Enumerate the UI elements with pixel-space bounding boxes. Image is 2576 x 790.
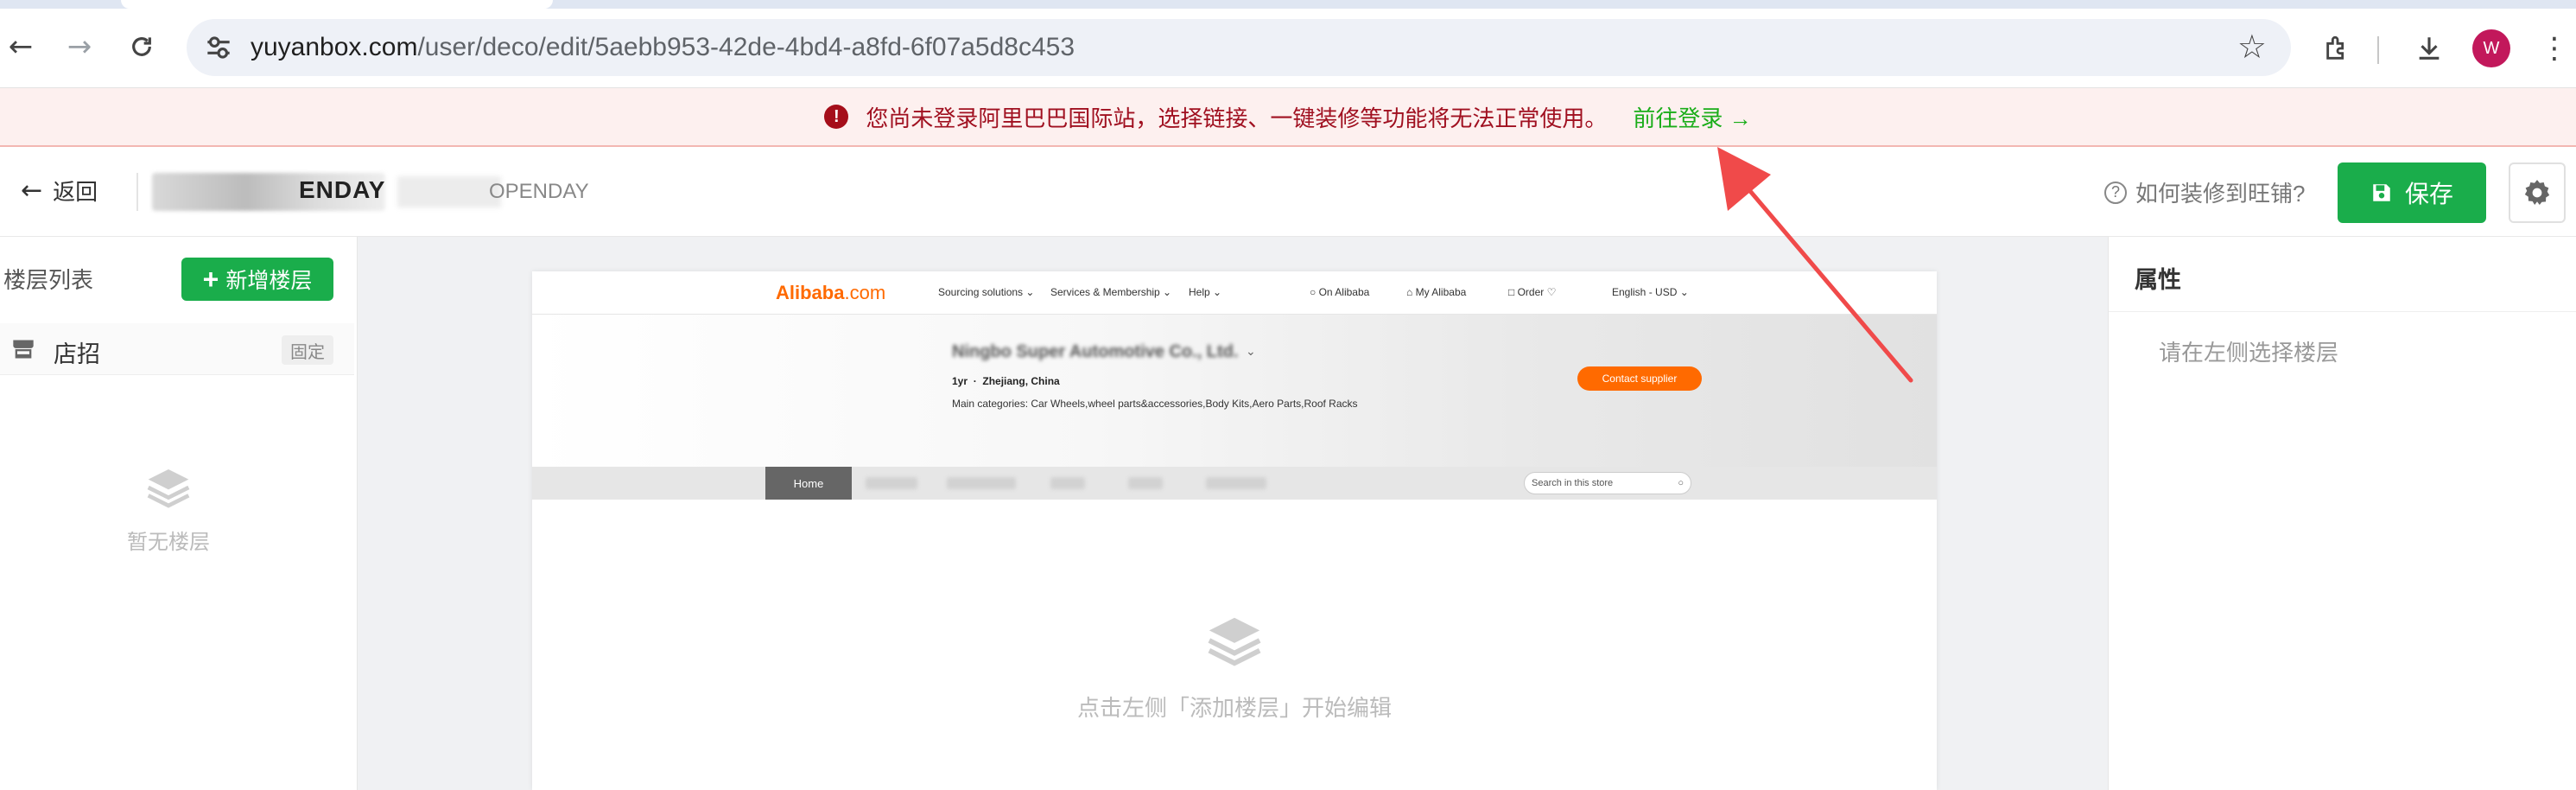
back-arrow-icon[interactable]: ←	[2, 28, 40, 66]
alibaba-header: Alibaba.com Sourcing solutions ⌄ Service…	[532, 271, 1937, 315]
extensions-icon[interactable]	[2313, 24, 2362, 73]
supplier-location: Zhejiang, China	[982, 375, 1060, 387]
url-text[interactable]: yuyanbox.com/user/deco/edit/5aebb953-42d…	[251, 31, 1075, 64]
shop-name-text: ENDAY	[299, 176, 386, 203]
site-settings-icon[interactable]	[202, 31, 235, 64]
contact-supplier-button[interactable]: Contact supplier	[1577, 366, 1702, 391]
store-search-input[interactable]: Search in this store ○	[1524, 472, 1691, 494]
bookmark-star-icon[interactable]: ☆	[2237, 29, 2267, 64]
nav-language-label: English - USD	[1612, 286, 1678, 298]
order-icon: □	[1508, 286, 1515, 298]
blurred-nav-item[interactable]	[1050, 477, 1085, 489]
add-floor-button[interactable]: + 新增楼层	[181, 258, 333, 301]
empty-canvas-text: 点击左侧「添加楼层」开始编辑	[1076, 695, 1392, 721]
url-host: yuyanbox.com	[251, 33, 418, 61]
supplier-banner: Ningbo Super Automotive Co., Ltd. ⌄ 1yr …	[532, 315, 1937, 467]
nav-language[interactable]: English - USD ⌄	[1612, 286, 1689, 298]
reload-icon[interactable]	[123, 28, 161, 66]
floor-list-panel: 楼层列表 + 新增楼层 店招 固定 暂无楼层	[0, 237, 358, 790]
tab-strip	[0, 0, 2576, 9]
warning-icon: !	[824, 105, 849, 129]
nav-help[interactable]: Help ⌄	[1189, 286, 1221, 298]
nav-on-alibaba-label: On Alibaba	[1318, 286, 1370, 298]
header-divider	[136, 173, 138, 211]
profile-avatar[interactable]: W	[2472, 29, 2510, 67]
blurred-nav-item[interactable]	[947, 477, 1016, 489]
active-tab[interactable]	[121, 0, 553, 9]
nav-order-label: Order	[1517, 286, 1545, 298]
help-label: 如何装修到旺铺?	[2135, 181, 2306, 207]
nav-my-alibaba-label: My Alibaba	[1415, 286, 1467, 298]
store-icon	[13, 340, 34, 359]
store-tab-home[interactable]: Home	[765, 467, 852, 500]
nav-services[interactable]: Services & Membership ⌄	[1050, 286, 1171, 298]
go-login-link[interactable]: 前往登录 →	[1633, 101, 1751, 133]
back-button[interactable]: ← 返回	[21, 175, 98, 207]
add-floor-label: 新增楼层	[225, 269, 313, 293]
logo-dom: .com	[844, 282, 886, 303]
back-icon: ←	[21, 175, 43, 206]
layers-icon	[1208, 617, 1261, 666]
editor-canvas: Alibaba.com Sourcing solutions ⌄ Service…	[358, 237, 2108, 790]
search-icon: ○	[1310, 286, 1317, 298]
properties-title: 属性	[2135, 267, 2181, 293]
browser-toolbar: ← → yuyanbox.com/user/deco/edit/5aebb953…	[0, 9, 2576, 88]
help-link[interactable]: ? 如何装修到旺铺?	[2104, 176, 2305, 208]
blurred-nav-item[interactable]	[1206, 477, 1266, 489]
fixed-tag: 固定	[282, 335, 333, 365]
heart-icon: ♡	[1546, 286, 1557, 298]
layers-icon	[147, 469, 190, 508]
save-button[interactable]: 保存	[2338, 162, 2486, 223]
empty-floor-placeholder: 暂无楼层	[0, 463, 337, 555]
nav-sourcing[interactable]: Sourcing solutions ⌄	[938, 286, 1034, 298]
properties-divider	[2109, 311, 2576, 312]
properties-panel: 属性 请在左侧选择楼层	[2108, 237, 2576, 790]
search-icon: ○	[1678, 478, 1684, 488]
store-preview[interactable]: Alibaba.com Sourcing solutions ⌄ Service…	[532, 271, 1937, 790]
blurred-nav-item[interactable]	[866, 477, 917, 489]
nav-order[interactable]: □ Order ♡	[1508, 286, 1556, 298]
plus-icon: +	[202, 263, 219, 295]
logo-main: Alibaba	[776, 282, 845, 303]
forward-arrow-icon[interactable]: →	[60, 28, 98, 66]
blurred-nav-item[interactable]	[1128, 477, 1163, 489]
shop-sub-text: OPENDAY	[489, 180, 589, 203]
settings-button[interactable]	[2509, 162, 2566, 223]
empty-canvas-placeholder: 点击左侧「添加楼层」开始编辑	[532, 610, 1937, 723]
nav-sourcing-label: Sourcing solutions	[938, 286, 1024, 298]
nav-my-alibaba[interactable]: ⌂ My Alibaba	[1406, 286, 1466, 298]
gear-icon	[2524, 180, 2550, 206]
login-warning-banner: ! 您尚未登录阿里巴巴国际站，选择链接、一键装修等功能将无法正常使用。 前往登录…	[0, 88, 2576, 147]
save-label: 保存	[2404, 181, 2453, 207]
url-path: /user/deco/edit/5aebb953-42de-4bd4-a8fd-…	[417, 33, 1075, 61]
browser-menu-icon[interactable]: ⋮	[2540, 29, 2569, 67]
nav-on-alibaba[interactable]: ○ On Alibaba	[1310, 286, 1369, 298]
question-icon: ?	[2104, 181, 2127, 204]
floor-item-label: 店招	[54, 341, 100, 367]
user-icon: ⌂	[1406, 286, 1413, 298]
nav-help-label: Help	[1189, 286, 1210, 298]
supplier-name: Ningbo Super Automotive Co., Ltd.	[952, 342, 1239, 361]
download-icon[interactable]	[2405, 24, 2453, 73]
warning-message: 您尚未登录阿里巴巴国际站，选择链接、一键装修等功能将无法正常使用。	[866, 105, 1608, 131]
editor-header: ← 返回 ENDAY OPENDAY ? 如何装修到旺铺? 保存	[0, 149, 2576, 237]
alibaba-logo: Alibaba.com	[776, 282, 885, 304]
supplier-years: 1yr	[952, 375, 968, 387]
properties-hint: 请在左侧选择楼层	[2159, 340, 2339, 366]
floor-list-title: 楼层列表	[3, 267, 94, 293]
nav-services-label: Services & Membership	[1050, 286, 1160, 298]
chevron-down-icon[interactable]: ⌄	[1246, 344, 1256, 359]
address-bar[interactable]: yuyanbox.com/user/deco/edit/5aebb953-42d…	[187, 19, 2291, 76]
back-label: 返回	[53, 179, 98, 205]
empty-floor-text: 暂无楼层	[127, 531, 210, 554]
floor-item-store-sign[interactable]: 店招 固定	[0, 323, 354, 375]
supplier-info: 1yr · Zhejiang, China	[952, 375, 1060, 387]
store-search-placeholder: Search in this store	[1532, 478, 1614, 488]
toolbar-separator	[2377, 36, 2379, 64]
supplier-categories: Main categories: Car Wheels,wheel parts&…	[952, 398, 1358, 410]
blurred-shop-sub	[397, 176, 501, 207]
store-nav-bar: Home Search in this store ○	[532, 467, 1937, 500]
save-disk-icon	[2373, 184, 2390, 201]
